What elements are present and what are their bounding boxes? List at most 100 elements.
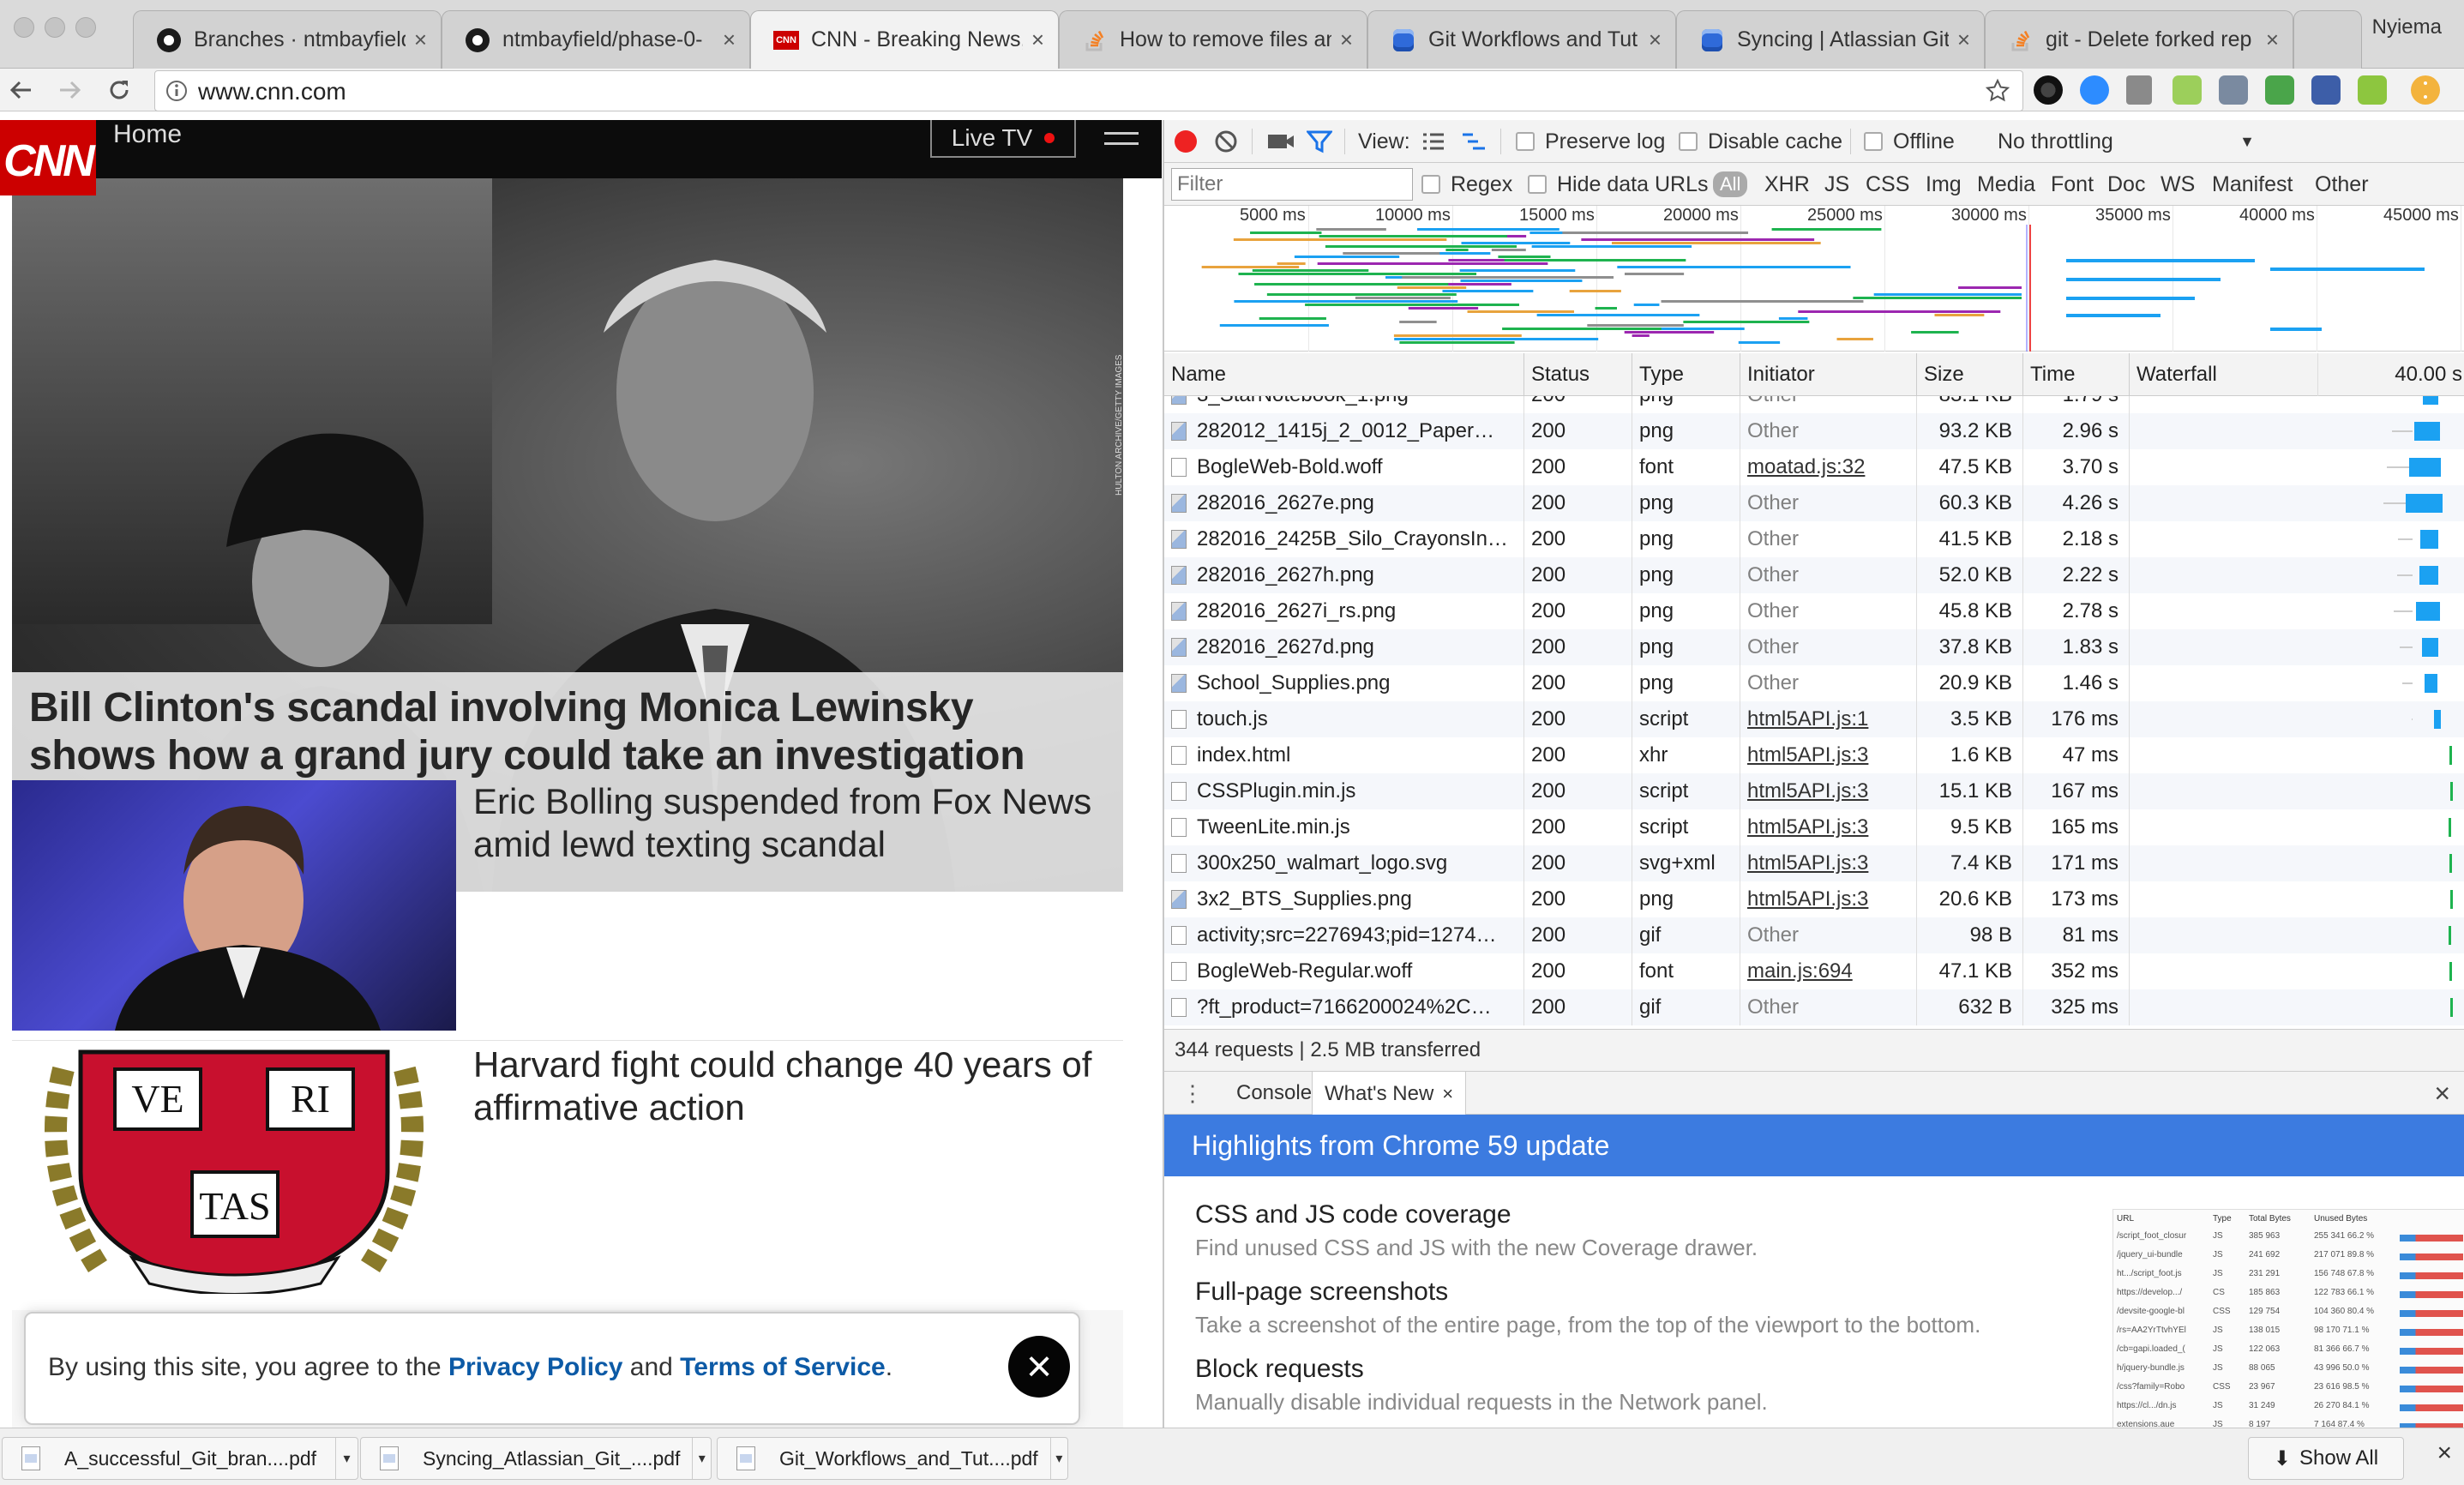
filter-type-ws[interactable]: WS <box>2161 163 2195 206</box>
extension-zoom-icon[interactable] <box>2080 75 2109 105</box>
cnn-logo[interactable]: CNN <box>0 120 96 195</box>
tab-close-icon[interactable]: × <box>1031 27 1044 53</box>
new-tab-button[interactable] <box>2293 10 2362 69</box>
preserve-log-checkbox[interactable] <box>1516 132 1535 151</box>
cell-initiator-text[interactable]: html5API.js:3 <box>1747 815 1868 839</box>
table-row[interactable]: 282016_2627h.png 200 png Other 52.0 KB 2.22 s <box>1164 557 2464 593</box>
chevron-down-icon[interactable]: ▾ <box>692 1438 711 1479</box>
cell-initiator-text[interactable]: html5API.js:1 <box>1747 707 1868 731</box>
extension-leaf-icon[interactable] <box>2173 75 2202 105</box>
cell-initiator-text[interactable]: html5API.js:3 <box>1747 887 1868 911</box>
table-row[interactable]: 282016_2627i_rs.png 200 png Other 45.8 KB 2.7… <box>1164 593 2464 629</box>
extension-camera-icon[interactable] <box>2034 75 2063 105</box>
column-header-time[interactable]: Time <box>2023 353 2130 396</box>
table-row[interactable]: CSSPlugin.min.js 200 script html5API.js:3 15… <box>1164 773 2464 809</box>
filter-type-other[interactable]: Other <box>2315 163 2369 206</box>
offline-checkbox[interactable] <box>1864 132 1883 151</box>
drawer-close-icon[interactable]: × <box>2434 1072 2450 1115</box>
browser-tab[interactable]: Git Workflows and Tut × <box>1367 10 1676 69</box>
download-item[interactable]: Syncing_Atlassian_Git_....pdf ▾ <box>360 1437 712 1480</box>
live-tv-button[interactable]: Live TV <box>930 120 1076 158</box>
extension-printer-icon[interactable] <box>2311 75 2341 105</box>
cell-initiator-text[interactable]: moatad.js:32 <box>1747 455 1865 479</box>
table-row[interactable]: 282016_2627d.png 200 png Other 37.8 KB 1.83 s <box>1164 629 2464 665</box>
column-header-type[interactable]: Type <box>1632 353 1740 396</box>
filter-type-font[interactable]: Font <box>2051 163 2094 206</box>
privacy-policy-link[interactable]: Privacy Policy <box>448 1353 622 1381</box>
profile-name[interactable]: Nyiema <box>2372 15 2442 39</box>
browser-tab-active[interactable]: CNN CNN - Breaking News, × <box>750 10 1059 69</box>
url-text[interactable]: www.cnn.com <box>198 78 346 105</box>
table-row[interactable]: touch.js 200 script html5API.js:1 3.5 KB 176 … <box>1164 701 2464 737</box>
hamburger-menu-icon[interactable] <box>1104 132 1139 153</box>
column-header-name[interactable]: Name <box>1164 353 1524 396</box>
table-row[interactable]: 3x2_BTS_Supplies.png 200 png html5API.js:3 2… <box>1164 881 2464 917</box>
network-overview[interactable]: 5000 ms 10000 ms 15000 ms 20000 ms 25000… <box>1164 206 2464 352</box>
disable-cache-checkbox[interactable] <box>1679 132 1698 151</box>
window-minimize-button[interactable] <box>45 17 65 38</box>
back-icon[interactable] <box>9 79 34 101</box>
extension-leaf-icon[interactable] <box>2358 75 2387 105</box>
bookmark-star-icon[interactable] <box>1985 78 2010 104</box>
window-zoom-button[interactable] <box>75 17 96 38</box>
feature-item[interactable]: Full-page screenshots Take a screenshot … <box>1195 1278 2052 1338</box>
filter-type-manifest[interactable]: Manifest <box>2212 163 2293 206</box>
tab-close-icon[interactable]: × <box>723 27 736 53</box>
tab-whats-new[interactable]: What's New × <box>1312 1072 1467 1115</box>
cell-initiator-text[interactable]: html5API.js:3 <box>1747 851 1868 875</box>
forward-icon[interactable] <box>57 79 82 101</box>
table-row[interactable]: index.html 200 xhr html5API.js:3 1.6 KB 47 ms <box>1164 737 2464 773</box>
browser-tab[interactable]: git - Delete forked rep × <box>1985 10 2293 69</box>
browser-tab[interactable]: How to remove files an × <box>1059 10 1367 69</box>
tab-close-icon[interactable]: × <box>1442 1083 1453 1105</box>
story-headline[interactable]: Harvard fight could change 40 years of a… <box>473 1043 1125 1129</box>
filter-type-js[interactable]: JS <box>1824 163 1849 206</box>
record-icon[interactable] <box>1175 130 1197 153</box>
feature-item[interactable]: Block requests Manually disable individu… <box>1195 1355 2052 1416</box>
tab-close-icon[interactable]: × <box>1649 27 1662 53</box>
download-item[interactable]: A_successful_Git_bran....pdf ▾ <box>2 1437 358 1480</box>
table-row[interactable]: 3_StarNotebook_1.png 200 png Other 83.1 KB 1.… <box>1164 396 2464 413</box>
table-row[interactable]: ?ft_product=7166200024%2C… 200 gif Other 632… <box>1164 989 2464 1025</box>
column-header-status[interactable]: Status <box>1524 353 1632 396</box>
info-icon[interactable] <box>165 80 188 102</box>
table-row[interactable]: 282012_1415j_2_0012_Paper… 200 png Other 93.… <box>1164 413 2464 449</box>
story-headline[interactable]: Eric Bolling suspended from Fox News ami… <box>473 780 1125 866</box>
tab-close-icon[interactable]: × <box>1340 27 1353 53</box>
terms-of-service-link[interactable]: Terms of Service <box>680 1353 886 1381</box>
large-rows-icon[interactable] <box>1421 131 1445 152</box>
filter-type-xhr[interactable]: XHR <box>1764 163 1810 206</box>
regex-checkbox[interactable] <box>1421 175 1440 194</box>
table-row[interactable]: 282016_2425B_Silo_CrayonsIn… 200 png Other 4… <box>1164 521 2464 557</box>
cookie-close-button[interactable]: × <box>1008 1336 1070 1398</box>
browser-tab[interactable]: Branches · ntmbayfield × <box>133 10 442 69</box>
throttling-select[interactable]: No throttling ▼ <box>1998 120 2255 163</box>
filter-type-img[interactable]: Img <box>1926 163 1962 206</box>
drawer-menu-icon[interactable]: ⋮ <box>1181 1072 1204 1115</box>
browser-tab[interactable]: ntmbayfield/phase-0- × <box>442 10 750 69</box>
filter-type-media[interactable]: Media <box>1977 163 2035 206</box>
table-row[interactable]: BogleWeb-Bold.woff 200 font moatad.js:32 47.… <box>1164 449 2464 485</box>
reload-icon[interactable] <box>106 77 132 103</box>
extension-printer-icon[interactable] <box>2219 75 2248 105</box>
column-header-initiator[interactable]: Initiator <box>1740 353 1917 396</box>
filter-type-all[interactable]: All <box>1713 171 1748 197</box>
table-row[interactable]: activity;src=2276943;pid=1274… 200 gif Othe… <box>1164 917 2464 953</box>
story-thumbnail[interactable] <box>12 780 456 1031</box>
table-row[interactable]: School_Supplies.png 200 png Other 20.9 KB 1.4… <box>1164 665 2464 701</box>
clear-icon[interactable] <box>1214 129 1238 153</box>
filter-input[interactable] <box>1171 168 1413 201</box>
filter-type-css[interactable]: CSS <box>1866 163 1909 206</box>
capture-screenshots-icon[interactable] <box>1267 131 1295 152</box>
extension-image-icon[interactable] <box>2265 75 2294 105</box>
tab-close-icon[interactable]: × <box>2266 27 2279 53</box>
column-header-size[interactable]: Size <box>1917 353 2023 396</box>
cell-initiator-text[interactable]: html5API.js:3 <box>1747 779 1868 803</box>
waterfall-overview-icon[interactable] <box>1461 131 1487 152</box>
chevron-down-icon[interactable]: ▾ <box>1049 1438 1067 1479</box>
nav-home[interactable]: Home <box>113 120 182 149</box>
cell-initiator-text[interactable]: main.js:694 <box>1747 959 1853 983</box>
filter-type-doc[interactable]: Doc <box>2107 163 2145 206</box>
table-row[interactable]: TweenLite.min.js 200 script html5API.js:3 9.… <box>1164 809 2464 845</box>
tab-close-icon[interactable]: × <box>414 27 427 53</box>
